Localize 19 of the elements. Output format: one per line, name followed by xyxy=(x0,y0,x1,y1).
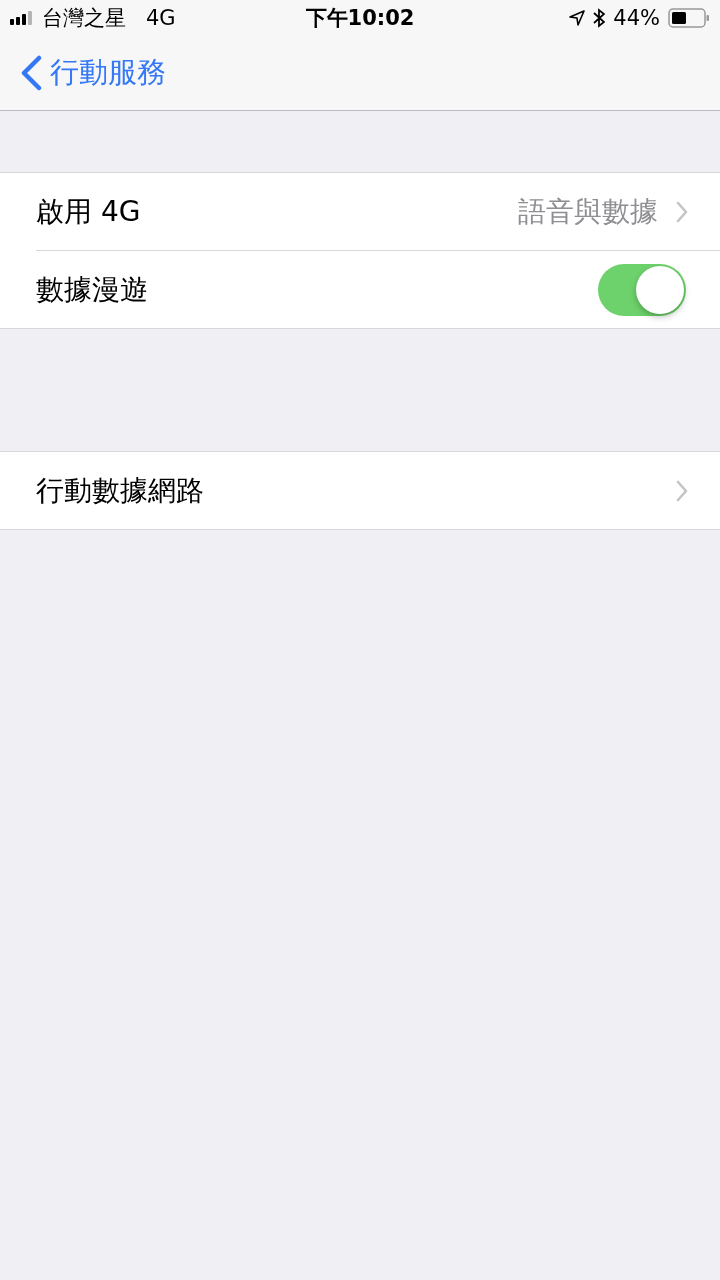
location-icon xyxy=(569,10,586,26)
row-label: 啟用 4G xyxy=(36,193,141,230)
chevron-icon xyxy=(676,200,688,223)
row-label: 數據漫遊 xyxy=(36,271,148,308)
settings-row[interactable]: 行動數據網路 xyxy=(0,452,720,529)
back-chevron-icon xyxy=(20,55,42,91)
row-label: 行動數據網路 xyxy=(36,472,204,509)
network-type: 4G xyxy=(146,6,176,30)
settings-row[interactable]: 數據漫遊 xyxy=(0,251,720,328)
chevron-icon xyxy=(676,479,688,502)
status-time: 下午10:02 xyxy=(305,5,415,32)
battery-icon xyxy=(668,8,710,28)
carrier-name: 台灣之星 xyxy=(42,5,126,32)
settings-row[interactable]: 啟用 4G 語音與數據 xyxy=(0,173,720,250)
row-value: 語音與數據 xyxy=(518,193,658,230)
toggle-switch[interactable] xyxy=(598,263,686,316)
bluetooth-icon xyxy=(593,8,606,28)
back-button[interactable]: 行動服務 xyxy=(20,53,166,93)
battery-percent: 44% xyxy=(613,6,660,30)
